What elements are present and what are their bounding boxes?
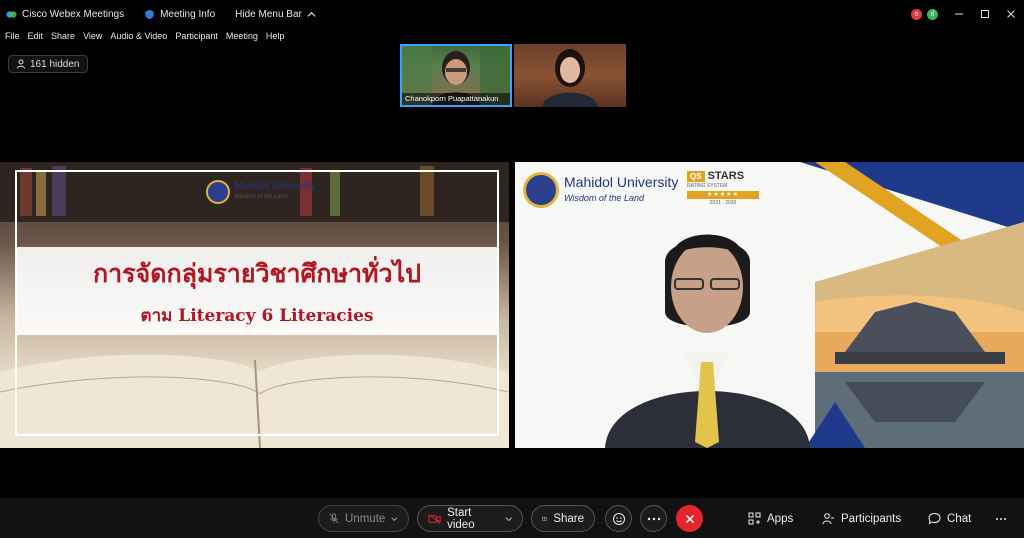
more-options-button[interactable]	[640, 505, 667, 532]
camera-logo-name: Mahidol University	[564, 174, 679, 190]
university-seal-icon	[206, 180, 230, 204]
more-horizontal-icon	[647, 517, 660, 520]
window-controls: o ıl	[911, 0, 1024, 28]
close-button[interactable]	[998, 0, 1024, 28]
slide-title: การจัดกลุ่มรายวิชาศึกษาทั่วไป	[92, 258, 422, 288]
menu-meeting[interactable]: Meeting	[226, 31, 258, 41]
unmute-button[interactable]: Unmute	[318, 505, 409, 532]
hidden-participants-button[interactable]: 161 hidden	[8, 55, 88, 73]
share-button[interactable]: Share	[531, 505, 595, 532]
menu-file[interactable]: File	[5, 31, 20, 41]
camera-logo-tagline: Wisdom of the Land	[564, 193, 644, 203]
chevron-down-icon[interactable]	[391, 515, 398, 523]
qs-star-bar: ★★★★★	[687, 191, 759, 199]
share-screen-icon	[542, 516, 548, 521]
menu-view[interactable]: View	[83, 31, 102, 41]
menu-participant[interactable]: Participant	[175, 31, 218, 41]
participants-button[interactable]: Participants	[822, 505, 901, 532]
person-icon	[17, 59, 25, 69]
more-panels-button[interactable]	[995, 505, 1007, 532]
university-seal-icon	[523, 172, 559, 208]
close-icon	[685, 514, 694, 523]
shield-icon	[145, 9, 154, 19]
menu-audio-video[interactable]: Audio & Video	[110, 31, 167, 41]
minimize-icon	[955, 13, 963, 15]
apps-grid-icon	[748, 512, 761, 525]
chevron-down-icon[interactable]	[504, 515, 512, 523]
menu-edit[interactable]: Edit	[28, 31, 44, 41]
menu-bar: File Edit Share View Audio & Video Parti…	[0, 28, 287, 44]
apps-button[interactable]: Apps	[748, 505, 793, 532]
participants-icon	[822, 513, 834, 525]
participant-video	[542, 49, 598, 107]
more-horizontal-icon	[996, 517, 1006, 520]
status-green-icon[interactable]: ıl	[927, 8, 938, 20]
participant-thumbnail[interactable]	[514, 44, 626, 107]
slide-logo-name: Mahidol University	[234, 181, 316, 192]
slide-title-box: การจัดกลุ่มรายวิชาศึกษาทั่วไป ตาม Litera…	[17, 247, 497, 335]
slide-logo-tagline: Wisdom of the Land	[234, 194, 288, 200]
reactions-button[interactable]	[605, 505, 632, 532]
maximize-icon	[981, 10, 989, 18]
video-off-icon	[428, 513, 441, 524]
shared-content-slide: Mahidol University Wisdom of the Land กา…	[0, 162, 509, 448]
meeting-controls-bar: Unmute Start video Share Apps Participan…	[0, 498, 1024, 538]
microphone-muted-icon	[329, 513, 339, 524]
chat-button[interactable]: Chat	[928, 505, 971, 532]
emoji-icon	[612, 512, 625, 525]
title-bar: Cisco Webex Meetings Meeting Info Hide M…	[0, 0, 1024, 28]
qs-box: QS	[687, 170, 705, 182]
menu-share[interactable]: Share	[51, 31, 75, 41]
maximize-button[interactable]	[972, 0, 998, 28]
chat-bubble-icon	[928, 512, 941, 525]
app-title: Cisco Webex Meetings	[6, 9, 124, 20]
slide-subtitle: ตาม Literacy 6 Literacies	[140, 305, 374, 326]
camera-university-logo: Mahidol University Wisdom of the Land	[523, 172, 678, 208]
close-icon	[1007, 10, 1015, 18]
menu-help[interactable]: Help	[266, 31, 285, 41]
minimize-button[interactable]	[946, 0, 972, 28]
chevron-up-icon	[307, 11, 316, 17]
qs-stars-badge: QS STARS RATING SYSTEM ★★★★★ 2021 - 2026	[687, 170, 759, 206]
speaker-video[interactable]: Mahidol University Wisdom of the Land QS…	[515, 162, 1024, 448]
webex-logo-icon	[6, 10, 17, 18]
participant-name-label: Chanokporn Puapattanakun	[402, 93, 510, 105]
slide-university-logo: Mahidol University Wisdom of the Land	[206, 180, 316, 204]
hide-menu-bar-button[interactable]: Hide Menu Bar	[235, 9, 316, 20]
qs-stars-text: STARS	[707, 170, 745, 182]
status-red-icon[interactable]: o	[911, 8, 922, 20]
qs-year-range: 2021 - 2026	[709, 200, 737, 206]
meeting-info-button[interactable]: Meeting Info	[144, 9, 215, 20]
qs-rating-system: RATING SYSTEM	[687, 183, 728, 189]
leave-meeting-button[interactable]	[676, 505, 703, 532]
participant-thumbnail-active-speaker[interactable]: Chanokporn Puapattanakun	[400, 44, 512, 107]
start-video-button[interactable]: Start video	[417, 505, 523, 532]
